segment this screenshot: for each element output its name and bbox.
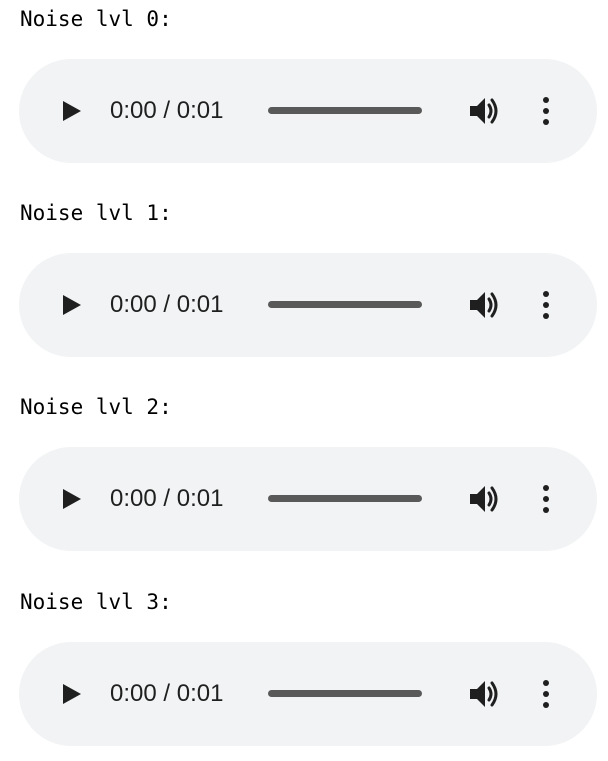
audio-player[interactable]: 0:00 / 0:01 — [19, 447, 597, 551]
audio-label: Noise lvl 3: — [20, 590, 172, 614]
time-display: 0:00 / 0:01 — [110, 485, 224, 512]
time-display: 0:00 / 0:01 — [110, 680, 224, 707]
volume-icon[interactable] — [468, 289, 502, 321]
more-options-icon[interactable] — [538, 678, 554, 710]
time-display: 0:00 / 0:01 — [110, 97, 224, 124]
more-options-icon[interactable] — [538, 95, 554, 127]
seek-slider[interactable] — [268, 301, 422, 308]
play-icon[interactable] — [61, 682, 83, 706]
volume-icon[interactable] — [468, 483, 502, 515]
audio-label: Noise lvl 0: — [20, 7, 172, 31]
time-display: 0:00 / 0:01 — [110, 291, 224, 318]
play-icon[interactable] — [61, 99, 83, 123]
more-options-icon[interactable] — [538, 483, 554, 515]
seek-slider[interactable] — [268, 107, 422, 114]
volume-icon[interactable] — [468, 95, 502, 127]
audio-player[interactable]: 0:00 / 0:01 — [19, 59, 597, 163]
audio-label: Noise lvl 2: — [20, 395, 172, 419]
seek-slider[interactable] — [268, 495, 422, 502]
audio-player[interactable]: 0:00 / 0:01 — [19, 253, 597, 357]
play-icon[interactable] — [61, 293, 83, 317]
audio-player[interactable]: 0:00 / 0:01 — [19, 642, 597, 746]
seek-slider[interactable] — [268, 690, 422, 697]
play-icon[interactable] — [61, 487, 83, 511]
more-options-icon[interactable] — [538, 289, 554, 321]
audio-label: Noise lvl 1: — [20, 201, 172, 225]
volume-icon[interactable] — [468, 678, 502, 710]
